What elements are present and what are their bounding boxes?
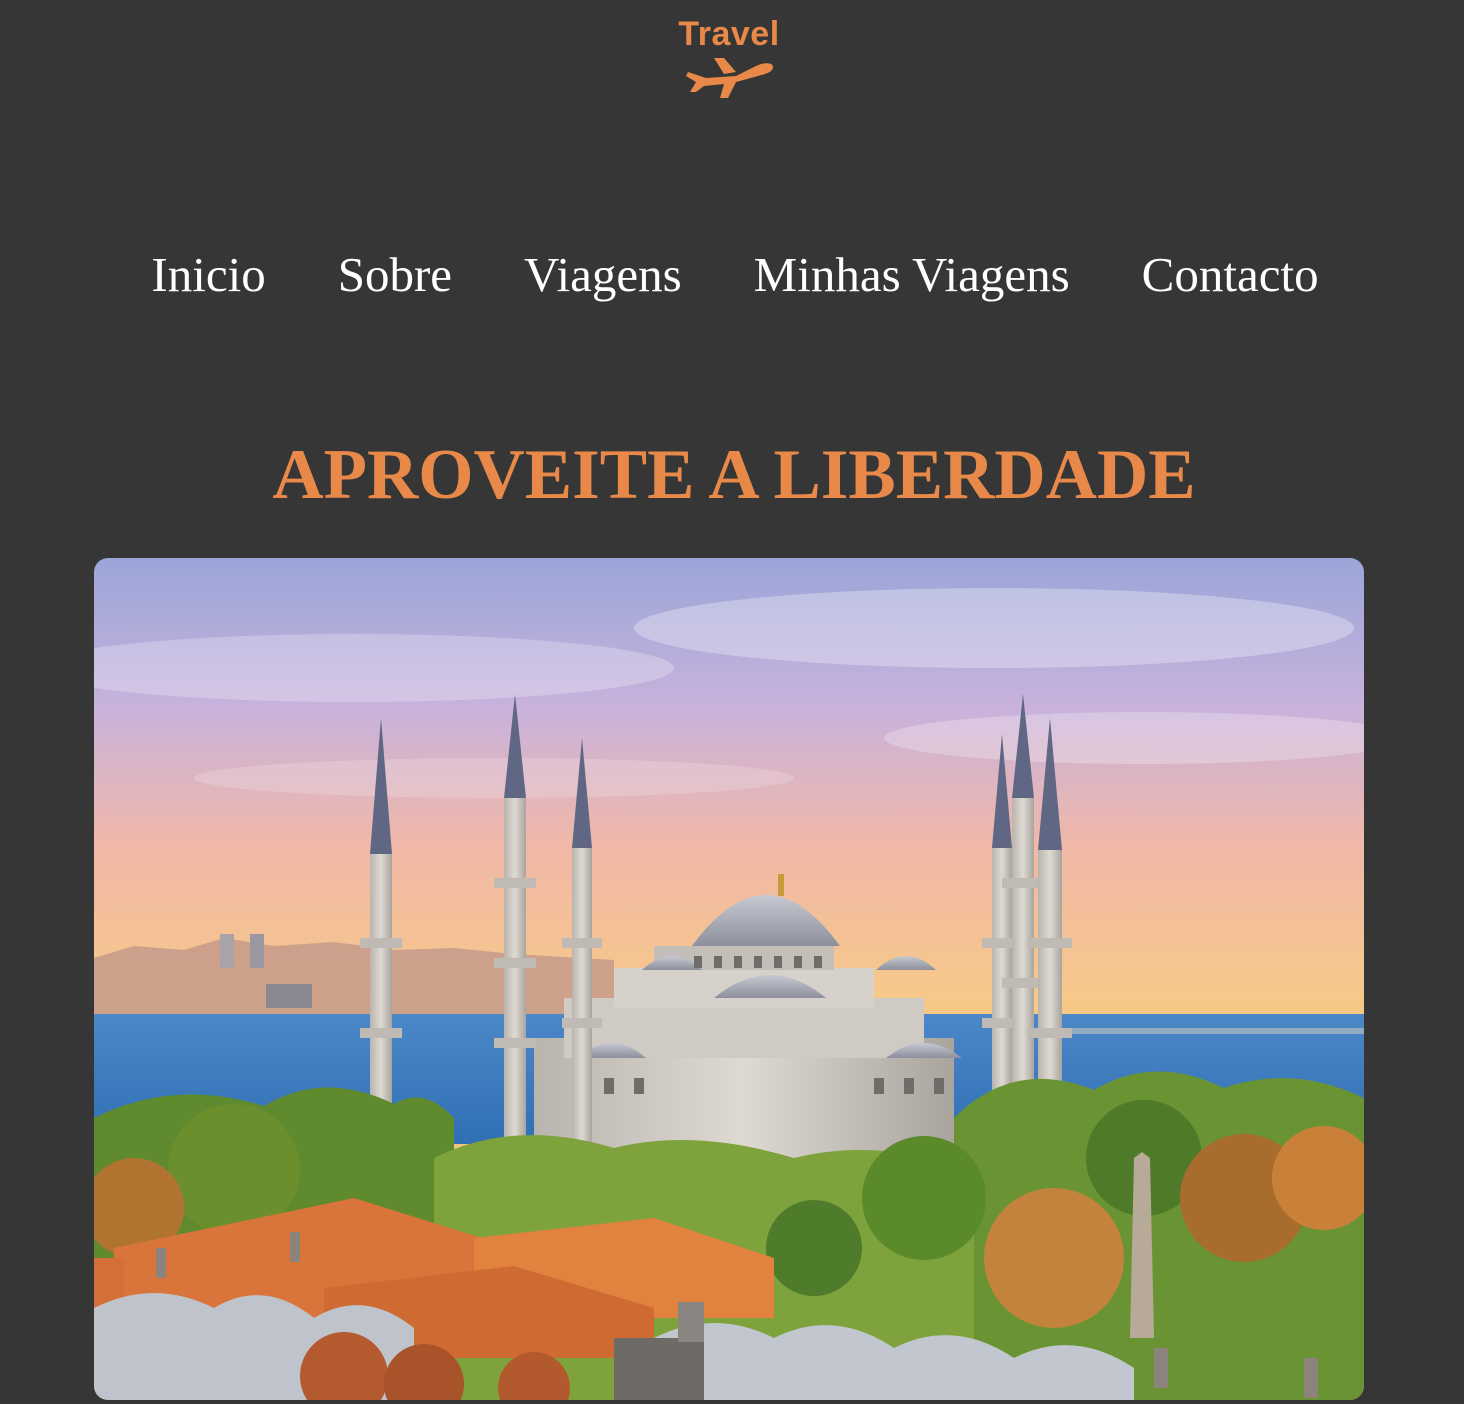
nav-item-inicio[interactable]: Inicio [151,245,265,305]
nav-item-contacto[interactable]: Contacto [1142,245,1319,305]
nav-item-viagens[interactable]: Viagens [524,245,682,305]
airplane-icon [686,58,774,98]
hero-image [94,558,1364,1400]
hero-title: APROVEITE A LIBERDADE [272,436,1196,514]
main-navigation: Inicio Sobre Viagens Minhas Viagens Cont… [0,240,1464,310]
mosque-landscape-image [94,558,1364,1400]
nav-item-sobre[interactable]: Sobre [338,245,452,305]
logo-text: Travel [678,15,780,53]
site-logo[interactable]: Travel [664,14,794,106]
nav-item-minhas-viagens[interactable]: Minhas Viagens [754,245,1070,305]
